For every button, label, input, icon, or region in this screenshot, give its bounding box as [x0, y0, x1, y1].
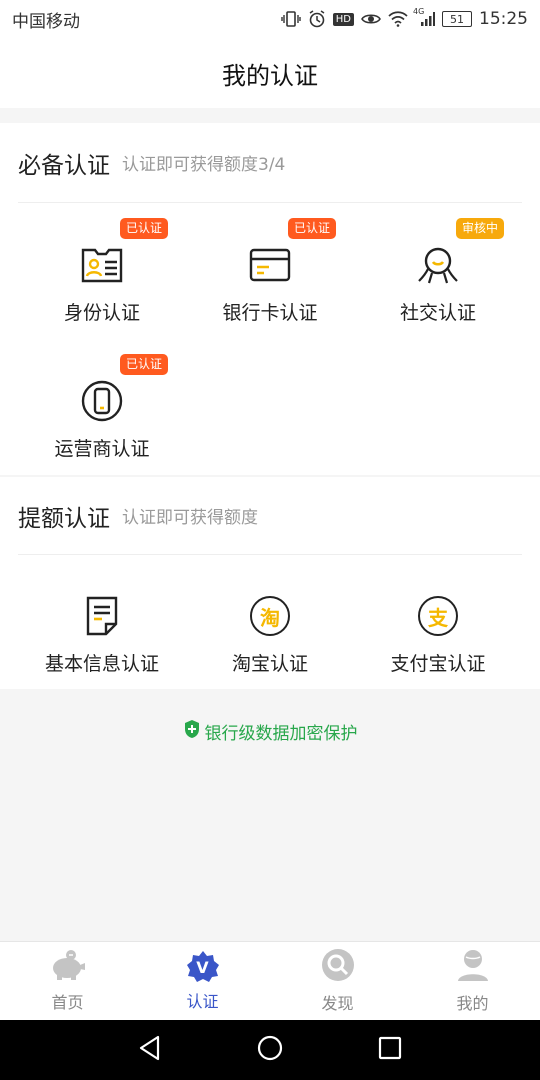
alipay-auth-label: 支付宝认证	[390, 653, 486, 675]
security-note: 银行级数据加密保护	[0, 716, 540, 746]
bank-card-icon	[245, 240, 295, 290]
bottom-tab-bar: 首页 V 认证 发现 我的	[0, 941, 540, 1020]
tab-home[interactable]: 首页	[0, 942, 135, 1020]
required-section-title: 必备认证	[18, 152, 110, 179]
alipay-icon: 支	[413, 591, 463, 641]
social-auth-label: 社交认证	[399, 302, 476, 324]
tab-profile-label: 我的	[456, 994, 489, 1013]
extra-section-header: 提额认证 认证即可获得额度	[18, 477, 522, 555]
eye-icon	[361, 11, 381, 27]
taobao-auth-label: 淘宝认证	[231, 653, 308, 675]
vibrate-icon	[281, 10, 301, 28]
extra-section-card: 提额认证 认证即可获得额度 基本信息认证 淘 淘宝认证 支 支付宝认证	[0, 477, 540, 689]
network-type: 4G	[413, 7, 425, 16]
status-icons: HD 4G 51 15:25	[281, 7, 528, 29]
taobao-auth-item[interactable]: 淘 淘宝认证	[180, 591, 360, 711]
recents-square-icon	[378, 1036, 402, 1064]
extra-section-subtitle: 认证即可获得额度	[122, 508, 258, 528]
social-icon	[413, 240, 463, 290]
back-triangle-icon	[138, 1035, 162, 1065]
back-button[interactable]	[120, 1020, 180, 1080]
signal-icon: 4G	[413, 7, 435, 27]
required-section-subtitle: 认证即可获得额度3/4	[122, 155, 286, 175]
title-bar: 我的认证	[0, 38, 540, 108]
battery-icon: 51	[442, 11, 472, 27]
home-circle-icon	[257, 1035, 283, 1065]
id-card-icon	[77, 240, 127, 290]
security-note-text: 银行级数据加密保护	[204, 723, 358, 744]
reviewing-badge: 审核中	[456, 218, 505, 239]
clock-time: 15:25	[479, 9, 528, 29]
required-section-header: 必备认证 认证即可获得额度3/4	[18, 123, 522, 203]
phone-carrier-icon	[77, 376, 127, 426]
social-auth-item[interactable]: 审核中 社交认证	[348, 218, 528, 360]
home-button[interactable]	[240, 1020, 300, 1080]
hd-label: HD	[335, 13, 351, 25]
alipay-auth-item[interactable]: 支 支付宝认证	[348, 591, 528, 711]
basic-info-auth-label: 基本信息认证	[44, 653, 159, 675]
verified-glyph: V	[196, 957, 209, 977]
discover-icon	[321, 948, 355, 986]
system-navigation-bar	[0, 1020, 540, 1080]
recents-button[interactable]	[360, 1020, 420, 1080]
tab-home-label: 首页	[51, 993, 84, 1012]
profile-icon	[456, 948, 490, 986]
taobao-glyph: 淘	[260, 605, 280, 630]
verified-icon: V	[186, 950, 220, 984]
tab-verify-label: 认证	[186, 992, 219, 1011]
required-section-card: 必备认证 认证即可获得额度3/4 已认证 身份认证 已认证 银行卡认证 审核中 …	[0, 123, 540, 475]
extra-section-title: 提额认证	[18, 505, 110, 532]
identity-auth-item[interactable]: 已认证 身份认证	[12, 218, 192, 360]
page-title: 我的认证	[222, 61, 318, 90]
carrier-name: 中国移动	[12, 11, 80, 32]
tab-profile[interactable]: 我的	[405, 942, 540, 1020]
hd-icon: HD	[332, 12, 354, 26]
carrier-auth-label: 运营商认证	[54, 438, 150, 460]
alipay-glyph: 支	[428, 605, 448, 630]
taobao-icon: 淘	[245, 591, 295, 641]
status-bar: 中国移动 HD 4G 51 15:25	[0, 0, 540, 38]
tab-verify[interactable]: V 认证	[135, 942, 270, 1020]
bank-card-auth-label: 银行卡认证	[222, 302, 318, 324]
bank-card-auth-item[interactable]: 已认证 银行卡认证	[180, 218, 360, 360]
verified-badge: 已认证	[120, 354, 169, 375]
piggy-bank-icon	[49, 949, 87, 985]
verified-badge: 已认证	[288, 218, 337, 239]
wifi-icon	[388, 11, 408, 27]
tab-discover[interactable]: 发现	[270, 942, 405, 1020]
document-icon	[77, 591, 127, 641]
basic-info-auth-item[interactable]: 基本信息认证	[12, 591, 192, 711]
tab-discover-label: 发现	[321, 994, 354, 1013]
battery-level: 51	[450, 12, 464, 26]
shield-icon	[183, 719, 201, 744]
identity-auth-label: 身份认证	[63, 302, 140, 324]
verified-badge: 已认证	[120, 218, 169, 239]
alarm-icon	[308, 10, 326, 28]
